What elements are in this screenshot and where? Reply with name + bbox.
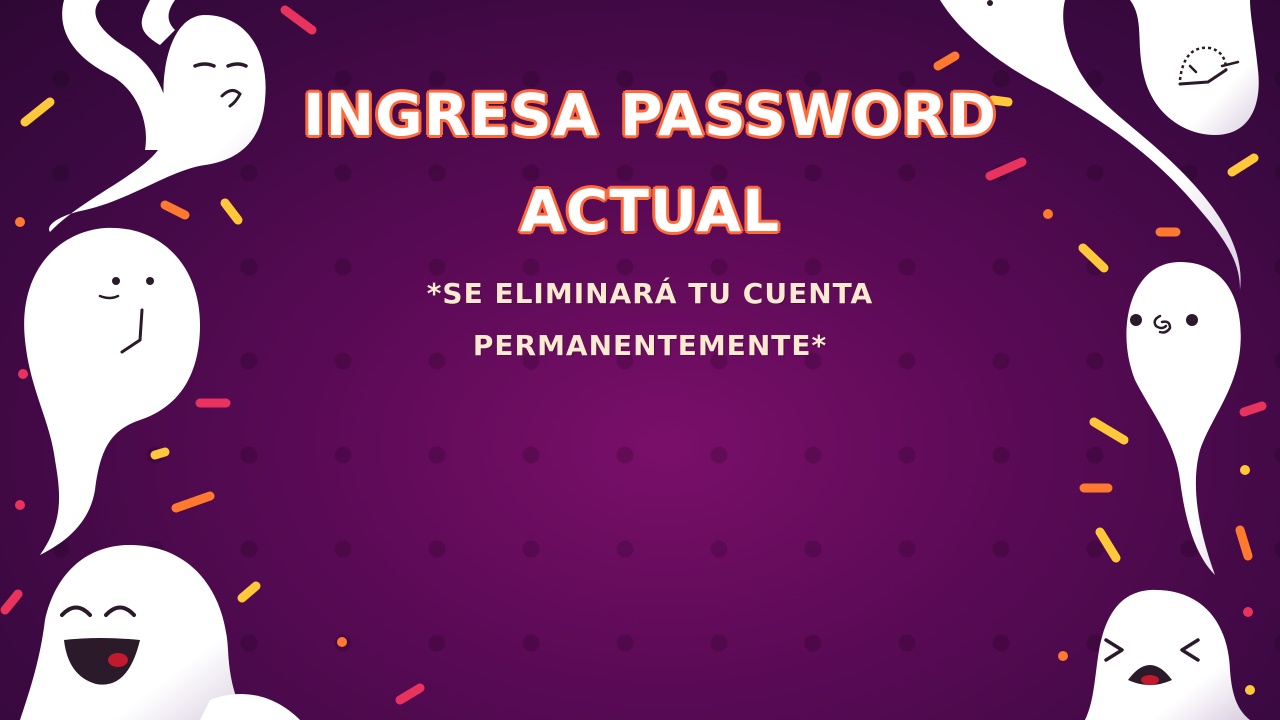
title-line-1: INGRESA PASSWORD xyxy=(303,81,997,149)
warning-line-1: *SE ELIMINARÁ TU CUENTA xyxy=(426,277,874,310)
crying-ghost-icon xyxy=(1085,589,1250,720)
annoyed-ghost-icon xyxy=(49,0,266,232)
warning-line-2: PERMANENTEMENTE* xyxy=(472,329,828,362)
laughing-ghost-icon xyxy=(20,545,300,720)
title-line-2: ACTUAL xyxy=(519,177,781,245)
surprised-ghost-icon xyxy=(1126,262,1241,575)
slide-canvas: INGRESA PASSWORD ACTUAL *SE ELIMINARÁ TU… xyxy=(0,0,1280,720)
